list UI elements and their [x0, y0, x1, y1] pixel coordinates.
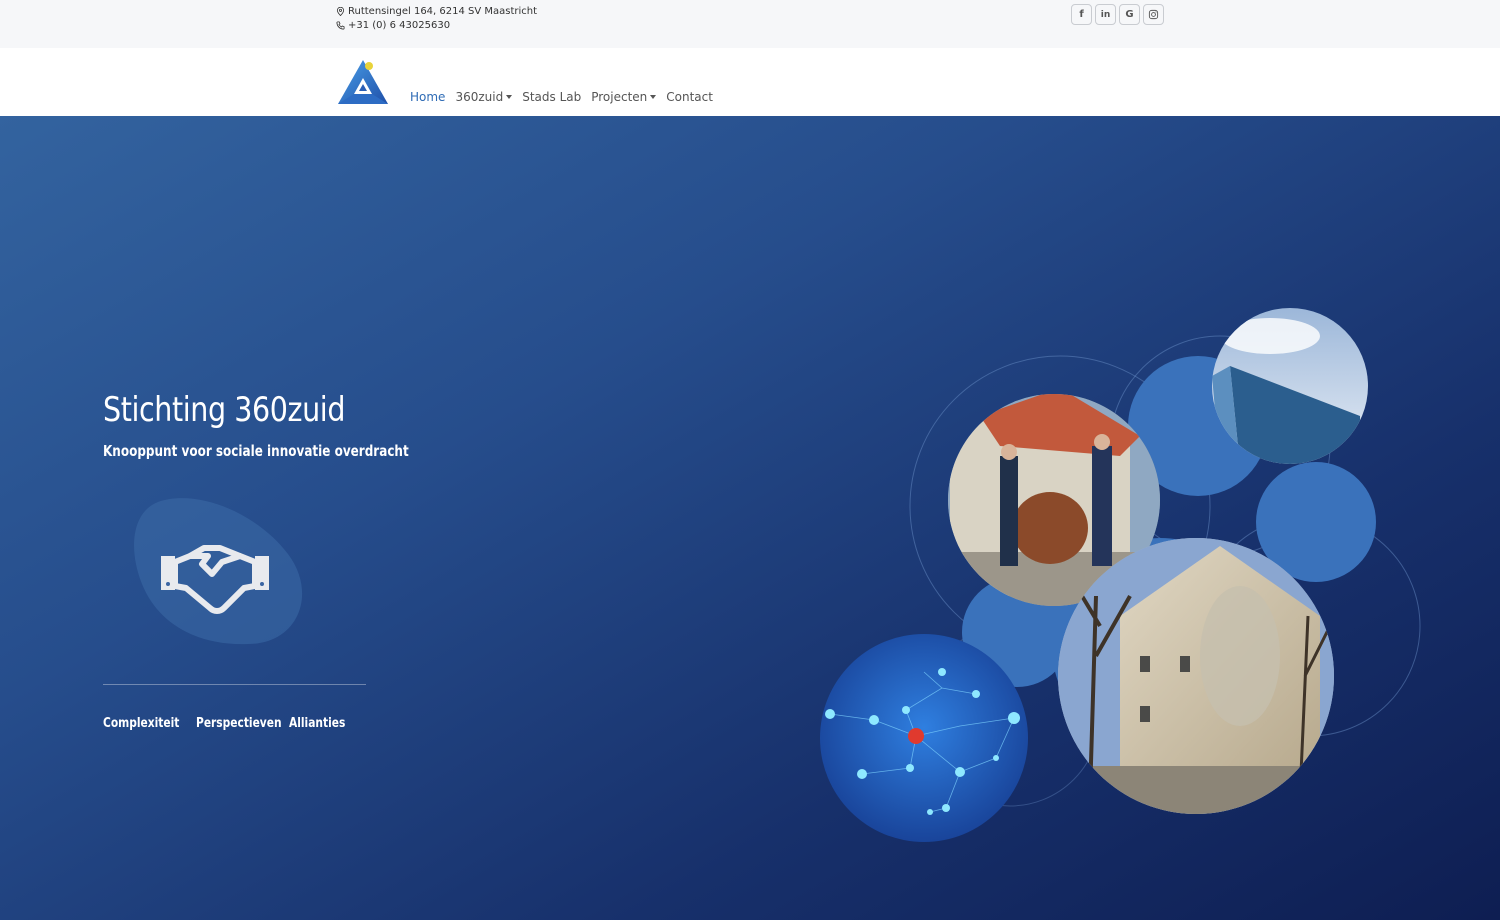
hero-section: Stichting 360zuid Knooppunt voor sociale… [0, 116, 1500, 920]
link-perspectieven[interactable]: Perspectieven [196, 716, 282, 731]
hero-divider [103, 684, 366, 685]
nav-menu: Home 360zuid Stads Lab Projecten Contact [410, 90, 718, 104]
address-text: Ruttensingel 164, 6214 SV Maastricht [348, 6, 538, 17]
instagram-button[interactable] [1143, 4, 1164, 25]
google-button[interactable]: G [1119, 4, 1140, 25]
circle-collage [820, 308, 1421, 842]
nav-360zuid[interactable]: 360zuid [450, 90, 517, 104]
phone-icon [336, 21, 345, 30]
nav-stads-lab-label: Stads Lab [522, 90, 582, 104]
handshake-icon [161, 545, 269, 614]
instagram-icon [1148, 9, 1159, 20]
nav-home[interactable]: Home [410, 90, 450, 104]
logo-icon[interactable] [336, 58, 390, 106]
caret-down-icon [506, 95, 513, 99]
main-navbar: Home 360zuid Stads Lab Projecten Contact [0, 48, 1500, 116]
hero-title: Stichting 360zuid [103, 390, 346, 430]
google-icon: G [1125, 9, 1134, 20]
hero-subtitle: Knooppunt voor sociale innovatie overdra… [103, 442, 409, 460]
hero-links: Complexiteit Perspectieven Allianties [103, 716, 358, 731]
nav-projecten[interactable]: Projecten [586, 90, 661, 104]
location-pin-icon [336, 7, 345, 16]
nav-360zuid-label: 360zuid [455, 90, 504, 104]
address-line: Ruttensingel 164, 6214 SV Maastricht [336, 6, 537, 17]
caret-down-icon [650, 95, 657, 99]
facebook-icon: f [1079, 9, 1084, 20]
facebook-button[interactable]: f [1071, 4, 1092, 25]
nav-contact-label: Contact [666, 90, 713, 104]
nav-contact[interactable]: Contact [661, 90, 718, 104]
linkedin-icon: in [1100, 9, 1111, 20]
nav-stads-lab[interactable]: Stads Lab [517, 90, 586, 104]
phone-text[interactable]: +31 (0) 6 43025630 [348, 20, 450, 31]
nav-home-label: Home [410, 90, 446, 104]
top-bar: Ruttensingel 164, 6214 SV Maastricht +31… [0, 0, 1500, 48]
link-allianties[interactable]: Allianties [289, 716, 345, 731]
social-links: f in G [1071, 4, 1164, 25]
phone-line[interactable]: +31 (0) 6 43025630 [336, 20, 450, 31]
nav-projecten-label: Projecten [591, 90, 648, 104]
linkedin-button[interactable]: in [1095, 4, 1116, 25]
link-complexiteit[interactable]: Complexiteit [103, 716, 179, 731]
